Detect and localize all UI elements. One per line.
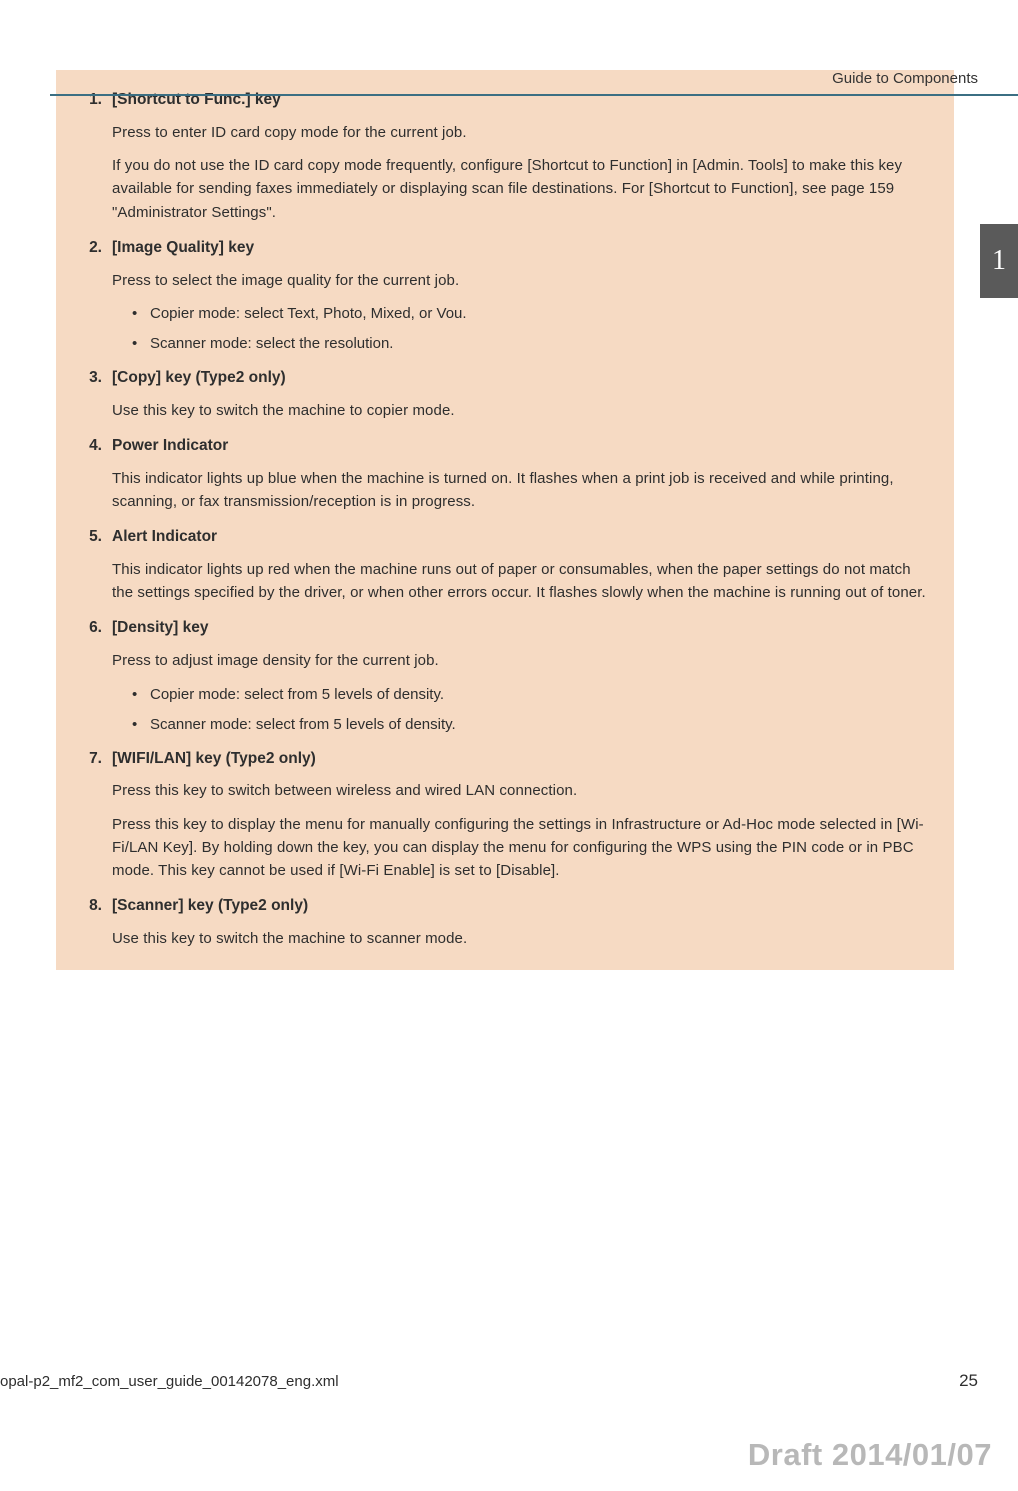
item-paragraph: Press this key to display the menu for m… [112,813,934,883]
item-number: 2. [82,236,110,364]
item-bullets: Copier mode: select Text, Photo, Mixed, … [132,302,934,356]
bullet: Scanner mode: select from 5 levels of de… [132,713,934,737]
footer: opal-p2_mf2_com_user_guide_00142078_eng.… [0,1371,978,1391]
item-number: 3. [82,366,110,432]
draft-stamp: Draft 2014/01/07 [748,1437,992,1473]
item-heading: Alert Indicator [112,525,934,550]
list-item: 2. [Image Quality] key Press to select t… [82,236,934,364]
item-paragraph: Use this key to switch the machine to co… [112,399,934,422]
list-item: 4. Power Indicator This indicator lights… [82,434,934,523]
item-heading: [Density] key [112,616,934,641]
item-bullets: Copier mode: select from 5 levels of den… [132,683,934,737]
item-number: 5. [82,525,110,614]
item-paragraph: Press to adjust image density for the cu… [112,649,934,672]
item-paragraph: Press to enter ID card copy mode for the… [112,121,934,144]
item-number: 4. [82,434,110,523]
bullet: Scanner mode: select the resolution. [132,332,934,356]
item-heading: [WIFI/LAN] key (Type2 only) [112,747,934,772]
header-divider [50,94,1018,96]
chapter-thumb-tab: 1 [980,224,1018,298]
item-paragraph: Use this key to switch the machine to sc… [112,927,934,950]
list-item: 1. [Shortcut to Func.] key Press to ente… [82,88,934,234]
item-heading: Power Indicator [112,434,934,459]
footer-page-number: 25 [959,1371,978,1391]
item-paragraph: Press this key to switch between wireles… [112,779,934,802]
bullet: Copier mode: select Text, Photo, Mixed, … [132,302,934,326]
footer-filename: opal-p2_mf2_com_user_guide_00142078_eng.… [0,1373,339,1390]
section-title: Guide to Components [832,70,978,87]
item-paragraph: This indicator lights up red when the ma… [112,558,934,605]
list-item: 5. Alert Indicator This indicator lights… [82,525,934,614]
item-number: 1. [82,88,110,234]
definitions-list: 1. [Shortcut to Func.] key Press to ente… [82,88,934,954]
item-number: 6. [82,616,110,744]
item-number: 7. [82,747,110,893]
list-item: 7. [WIFI/LAN] key (Type2 only) Press thi… [82,747,934,893]
list-item: 6. [Density] key Press to adjust image d… [82,616,934,744]
document-page: Guide to Components 1 1. [Shortcut to Fu… [0,70,1018,1491]
item-paragraph: Press to select the image quality for th… [112,269,934,292]
item-heading: [Shortcut to Func.] key [112,88,934,113]
definitions-box: 1. [Shortcut to Func.] key Press to ente… [56,70,954,970]
item-paragraph: If you do not use the ID card copy mode … [112,154,934,224]
item-heading: [Copy] key (Type2 only) [112,366,934,391]
bullet: Copier mode: select from 5 levels of den… [132,683,934,707]
list-item: 3. [Copy] key (Type2 only) Use this key … [82,366,934,432]
item-number: 8. [82,894,110,954]
item-paragraph: This indicator lights up blue when the m… [112,467,934,514]
item-heading: [Scanner] key (Type2 only) [112,894,934,919]
item-heading: [Image Quality] key [112,236,934,261]
list-item: 8. [Scanner] key (Type2 only) Use this k… [82,894,934,954]
